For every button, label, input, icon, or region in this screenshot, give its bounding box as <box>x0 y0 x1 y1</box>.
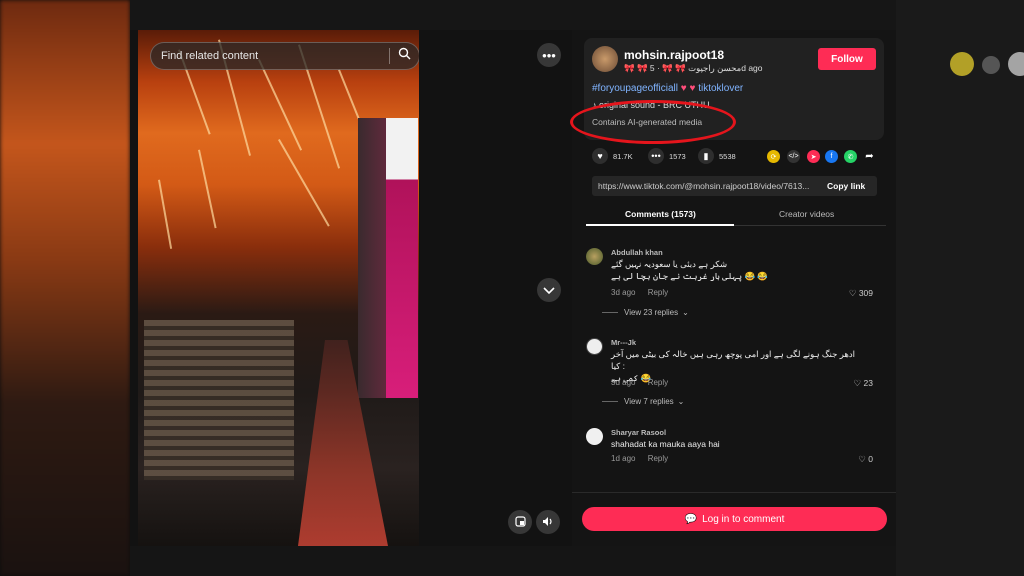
comment-line: شکر ہے دبئی یا سعودیہ نہیں گئے <box>611 259 728 269</box>
view-replies-button[interactable]: View 23 replies ⌄ <box>602 308 689 317</box>
blurred-background-right <box>896 0 1024 576</box>
reply-button[interactable]: Reply <box>648 288 668 297</box>
heart-outline-icon: ♡ <box>848 288 857 298</box>
username[interactable]: mohsin.rajpoot18 <box>624 48 724 62</box>
comment-like-count: 309 <box>858 288 873 298</box>
display-name-line: 🎀 🎀 محسن راجپوت 🎀 🎀 · 5d ago <box>624 63 763 73</box>
like-count: 81.7K <box>613 151 633 161</box>
comment-like-button[interactable]: ♡ 23 <box>854 378 873 389</box>
blurred-background-top <box>130 0 896 30</box>
like-button[interactable]: ♥ 81.7K <box>592 148 633 164</box>
floating-player-button[interactable] <box>508 510 532 534</box>
comment-icon: 💬 <box>684 513 698 525</box>
share-arrow-icon[interactable]: ➦ <box>863 150 876 163</box>
qatar-flag-projection <box>386 118 418 398</box>
tab-comments[interactable]: Comments (1573) <box>625 209 696 219</box>
send-icon[interactable]: ➤ <box>807 150 820 163</box>
blurred-background-bottom <box>130 546 896 576</box>
heart-outline-icon: ♡ <box>853 378 862 388</box>
more-icon: ••• <box>542 47 556 63</box>
facebook-icon[interactable]: f <box>825 150 838 163</box>
comment-author[interactable]: Sharyar Rasool <box>611 428 666 437</box>
divider <box>602 312 618 313</box>
comment-meta: 1d ago Reply <box>611 454 678 463</box>
comment-like-count: 0 <box>868 454 873 464</box>
chevron-down-icon <box>543 283 555 298</box>
copy-link-button[interactable]: Copy link <box>827 181 865 191</box>
login-label: Log in to comment <box>702 513 785 525</box>
action-bar: ♥ 81.7K ••• 1573 ▮ 5538 ⟳ </> ➤ f ✆ ➦ <box>592 148 884 168</box>
comment-line: shahadat ka mauka aaya hai <box>611 439 720 449</box>
comment-time: 3d ago <box>611 378 636 387</box>
link-row: https://www.tiktok.com/@mohsin.rajpoot18… <box>592 176 877 196</box>
hashtag-link[interactable]: tiktoklover <box>698 83 743 94</box>
avatar[interactable] <box>586 428 603 445</box>
comment-count: 1573 <box>669 151 686 161</box>
search-divider <box>389 48 390 64</box>
avatar[interactable] <box>586 248 603 265</box>
follow-button[interactable]: Follow <box>818 48 876 70</box>
comment-time: 3d ago <box>611 288 636 297</box>
tab-bar: Comments (1573) Creator videos <box>586 204 886 226</box>
comment-like-count: 23 <box>863 378 873 388</box>
picture-in-picture-icon <box>514 515 526 530</box>
heart-emoji: ♥ ♥ <box>680 83 696 94</box>
whatsapp-icon[interactable]: ✆ <box>844 150 857 163</box>
tab-creator-videos[interactable]: Creator videos <box>779 209 834 219</box>
comment-text: شکر ہے دبئی یا سعودیہ نہیں گئے پہلی بار … <box>611 258 861 282</box>
volume-button[interactable] <box>536 510 560 534</box>
comment-button[interactable]: ••• 1573 <box>648 148 686 164</box>
comment-meta: 3d ago Reply <box>611 378 678 387</box>
avatar[interactable] <box>586 338 603 355</box>
save-count: 5538 <box>719 151 736 161</box>
comment-author[interactable]: Mr---Jk <box>611 338 636 347</box>
video-url[interactable]: https://www.tiktok.com/@mohsin.rajpoot18… <box>592 181 822 191</box>
comment-like-button[interactable]: ♡ 0 <box>858 454 873 465</box>
chevron-down-icon: ⌄ <box>677 397 685 406</box>
divider <box>572 492 896 493</box>
view-replies-label: View 23 replies <box>624 308 679 317</box>
comment-author[interactable]: Abdullah khan <box>611 248 663 257</box>
comment-meta: 3d ago Reply <box>611 288 678 297</box>
search-bar[interactable] <box>150 42 419 70</box>
save-button[interactable]: ▮ 5538 <box>698 148 736 164</box>
comment-text: shahadat ka mauka aaya hai <box>611 438 861 450</box>
avatar[interactable] <box>592 46 618 72</box>
embed-icon[interactable]: </> <box>787 150 800 163</box>
hashtags: #foryoupageofficiall ♥ ♥ tiktoklover <box>592 83 743 94</box>
chevron-down-icon: ⌄ <box>682 308 689 317</box>
comment-time: 1d ago <box>611 454 636 463</box>
view-replies-label: View 7 replies <box>624 397 674 406</box>
video-player[interactable] <box>138 30 419 546</box>
hashtag-link[interactable]: #foryoupageofficiall <box>592 83 678 94</box>
search-icon[interactable] <box>398 47 411 65</box>
comment-like-button[interactable]: ♡ 309 <box>849 288 873 299</box>
foreground-building <box>144 320 294 480</box>
comment-bubble-icon: ••• <box>648 148 664 164</box>
details-panel: mohsin.rajpoot18 🎀 🎀 محسن راجپوت 🎀 🎀 · 5… <box>570 30 896 546</box>
comment-item: Sharyar Rasool shahadat ka mauka aaya ha… <box>586 428 886 478</box>
blurred-background-left <box>0 0 130 576</box>
red-annotation-circle <box>570 100 736 144</box>
repost-icon[interactable]: ⟳ <box>767 150 780 163</box>
speaker-icon <box>542 515 554 530</box>
next-video-button[interactable] <box>537 278 561 302</box>
comment-line: پہلی بار غربت نے جان بچا لی ہے 😂 😂 <box>611 271 768 281</box>
divider <box>602 401 618 402</box>
heart-outline-icon: ♡ <box>858 454 866 464</box>
search-input[interactable] <box>161 50 381 62</box>
bookmark-icon: ▮ <box>698 148 714 164</box>
reply-button[interactable]: Reply <box>648 378 668 387</box>
reply-button[interactable]: Reply <box>648 454 668 463</box>
display-name: 🎀 🎀 محسن راجپوت 🎀 🎀 <box>624 63 742 73</box>
active-tab-indicator <box>586 224 734 226</box>
login-to-comment-button[interactable]: 💬 Log in to comment <box>582 507 887 531</box>
comment-line: ادھر جنگ ہونے لگی ہے اور امی پوچھ رہی ہی… <box>611 349 856 371</box>
video-pane: ••• <box>130 30 572 546</box>
view-replies-button[interactable]: View 7 replies ⌄ <box>602 397 684 406</box>
heart-icon: ♥ <box>592 148 608 164</box>
post-info-card: mohsin.rajpoot18 🎀 🎀 محسن راجپوت 🎀 🎀 · 5… <box>570 38 884 144</box>
more-options-button[interactable]: ••• <box>537 43 561 67</box>
